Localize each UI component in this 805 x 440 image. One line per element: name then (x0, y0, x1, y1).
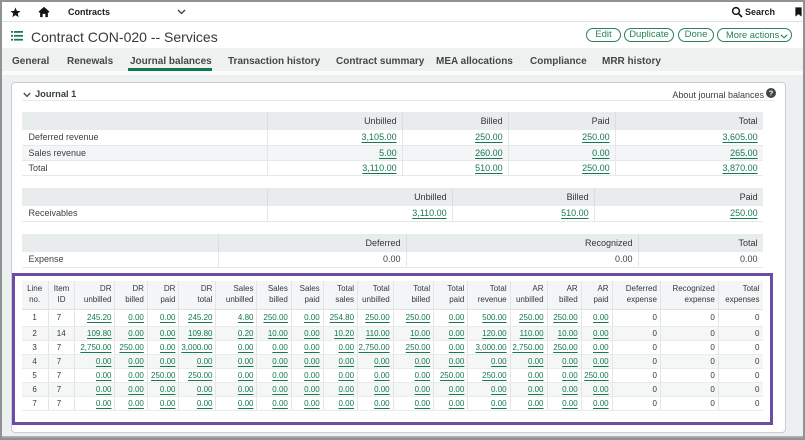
svg-text:?: ? (769, 89, 774, 98)
